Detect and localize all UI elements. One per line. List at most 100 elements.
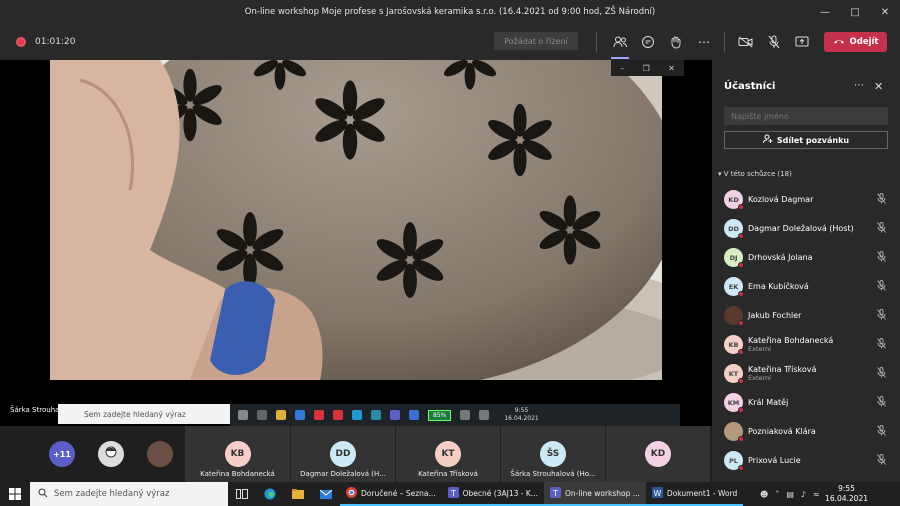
tray-chevron-up-icon[interactable]: ˄ xyxy=(775,490,779,499)
panel-more-icon[interactable]: ⋯ xyxy=(854,80,864,91)
participant-name: Prixová Lucie xyxy=(748,456,801,465)
taskbar-app-label: Obecné (3AJ13 - K... xyxy=(462,488,538,498)
system-tray: ☻ ˄ ▤ ♪ ≈ xyxy=(760,482,820,506)
svg-text:T: T xyxy=(552,489,558,498)
camera-off-icon[interactable] xyxy=(737,33,755,51)
reactions-icon[interactable] xyxy=(667,33,685,51)
share-screen-icon[interactable] xyxy=(793,33,811,51)
section-label: V této schůzce (18) xyxy=(723,170,792,178)
participant-avatar xyxy=(724,422,744,442)
participant-avatar: PL xyxy=(724,451,744,471)
search-icon xyxy=(38,488,48,501)
participant-avatar: KB xyxy=(724,335,744,355)
request-control-button[interactable]: Požádat o řízení xyxy=(494,32,578,50)
participant-photo-avatar[interactable] xyxy=(147,441,173,467)
chat-icon[interactable] xyxy=(639,33,657,51)
participant-tile[interactable]: ŠS Šárka Strouhalová (Ho... xyxy=(501,426,605,482)
taskbar-app-label: Doručené – Sezna... xyxy=(361,488,436,498)
svg-text:W: W xyxy=(653,489,661,498)
panel-close-icon[interactable]: ✕ xyxy=(874,80,883,93)
close-window-icon[interactable]: ✕ xyxy=(870,0,900,24)
taskbar-app-teams-chat[interactable]: T Obecné (3AJ13 - K... xyxy=(441,482,544,506)
share-invite-button[interactable]: Sdílet pozvánku xyxy=(724,131,888,149)
participant-avatar: DD xyxy=(724,219,744,239)
shared-minimize-icon: – xyxy=(620,63,625,73)
taskbar-app-teams-meeting[interactable]: T On-line workshop ... xyxy=(543,482,646,506)
section-header[interactable]: ▾ V této schůzce (18) xyxy=(718,170,792,178)
taskbar-app-label: On-line workshop ... xyxy=(564,488,640,498)
participant-row[interactable]: KT Kateřina Třísková Externí xyxy=(712,359,900,388)
participant-row[interactable]: KB Kateřina Bohdanecká Externí xyxy=(712,330,900,359)
shared-app-icon xyxy=(409,410,419,420)
participant-row[interactable]: Pozniaková Klára xyxy=(712,417,900,446)
participants-icon[interactable] xyxy=(611,33,629,51)
participant-name: Dagmar Doležalová (H... xyxy=(300,470,386,478)
shared-mail-icon xyxy=(295,410,305,420)
participant-avatar: KD xyxy=(724,190,744,210)
participant-tile[interactable]: KB Kateřina Bohdanecká xyxy=(185,426,290,482)
participant-initials: PL xyxy=(729,456,738,465)
maximize-icon[interactable]: □ xyxy=(840,0,870,24)
participant-row[interactable]: DJ Drhovská Jolana xyxy=(712,243,900,272)
participant-row[interactable]: DD Dagmar Doležalová (Host) xyxy=(712,214,900,243)
shared-app-icon xyxy=(314,410,324,420)
task-view-icon[interactable] xyxy=(228,482,256,506)
participant-name: Král Matěj xyxy=(748,398,789,407)
toolbar-divider xyxy=(596,32,597,52)
svg-text:T: T xyxy=(450,489,456,498)
taskbar-search[interactable]: Sem zadejte hledaný výraz xyxy=(30,482,228,506)
participant-name: Kateřina Třísková xyxy=(418,470,478,478)
active-tab-indicator xyxy=(611,57,629,59)
shared-taskview-icon xyxy=(257,410,267,420)
participant-avatar: ŠS xyxy=(540,441,566,467)
shared-tray-icon xyxy=(460,410,471,420)
participant-tile[interactable]: DD Dagmar Doležalová (H... xyxy=(291,426,395,482)
participant-avatar: DJ xyxy=(724,248,744,268)
mic-muted-icon xyxy=(877,337,886,352)
shared-app-icon xyxy=(371,410,381,420)
participant-avatar: EK xyxy=(724,277,744,297)
participant-avatar xyxy=(724,306,744,326)
window-title: On-line workshop Moje profese s Jarošovs… xyxy=(244,7,656,17)
participant-name: Šárka Strouhalová (Ho... xyxy=(510,470,596,478)
participant-initials: EK xyxy=(728,282,739,291)
participant-name: Kozlová Dagmar xyxy=(748,195,814,204)
taskbar-app-word[interactable]: W Dokument1 - Word xyxy=(645,482,744,506)
participant-tile[interactable]: KD xyxy=(606,426,710,482)
status-badge xyxy=(738,407,744,413)
participant-row[interactable]: Jakub Fochler xyxy=(712,301,900,330)
shared-search-box: Sem zadejte hledaný výraz xyxy=(58,404,230,424)
participant-row[interactable]: PL Prixová Lucie xyxy=(712,446,900,475)
participant-row[interactable]: EK Ema Kubíčková xyxy=(712,272,900,301)
tray-wifi-icon[interactable]: ≈ xyxy=(813,490,820,499)
file-explorer-icon[interactable] xyxy=(284,482,312,506)
participant-row[interactable]: KD Kozlová Dagmar xyxy=(712,185,900,214)
tray-volume-icon[interactable]: ♪ xyxy=(801,490,806,499)
taskbar-clock[interactable]: 9:55 16.04.2021 xyxy=(825,484,868,504)
more-actions-icon[interactable]: ⋯ xyxy=(695,33,713,51)
shared-close-icon: ✕ xyxy=(668,63,675,73)
participant-subtitle: Externí xyxy=(748,374,771,382)
shared-clock-date: 16.04.2021 xyxy=(504,415,539,422)
windows-start-icon[interactable] xyxy=(0,488,30,500)
participant-initials: KB xyxy=(728,340,739,349)
status-badge xyxy=(738,233,744,239)
participant-initials: KD xyxy=(728,195,739,204)
participant-photo-avatar[interactable] xyxy=(98,441,124,467)
leave-button[interactable]: Odejít xyxy=(824,32,887,52)
mic-muted-icon xyxy=(877,366,886,381)
search-participant-input[interactable] xyxy=(724,107,888,125)
more-participants-badge[interactable]: +11 xyxy=(49,441,75,467)
tray-people-icon[interactable]: ☻ xyxy=(760,490,768,499)
shared-taskbar: 85% 9:55 16.04.2021 xyxy=(230,404,680,426)
taskbar-app-chrome[interactable]: Doručené – Sezna... xyxy=(340,482,442,506)
share-invite-label: Sdílet pozvánku xyxy=(776,135,850,145)
tray-network-icon[interactable]: ▤ xyxy=(786,490,794,499)
minimize-icon[interactable]: — xyxy=(810,0,840,24)
participant-tile[interactable]: KT Kateřina Třísková xyxy=(396,426,500,482)
participant-row[interactable]: KM Král Matěj xyxy=(712,388,900,417)
shared-video xyxy=(50,60,662,380)
mic-off-icon[interactable] xyxy=(765,33,783,51)
mail-icon[interactable] xyxy=(312,482,340,506)
edge-icon[interactable] xyxy=(256,482,284,506)
